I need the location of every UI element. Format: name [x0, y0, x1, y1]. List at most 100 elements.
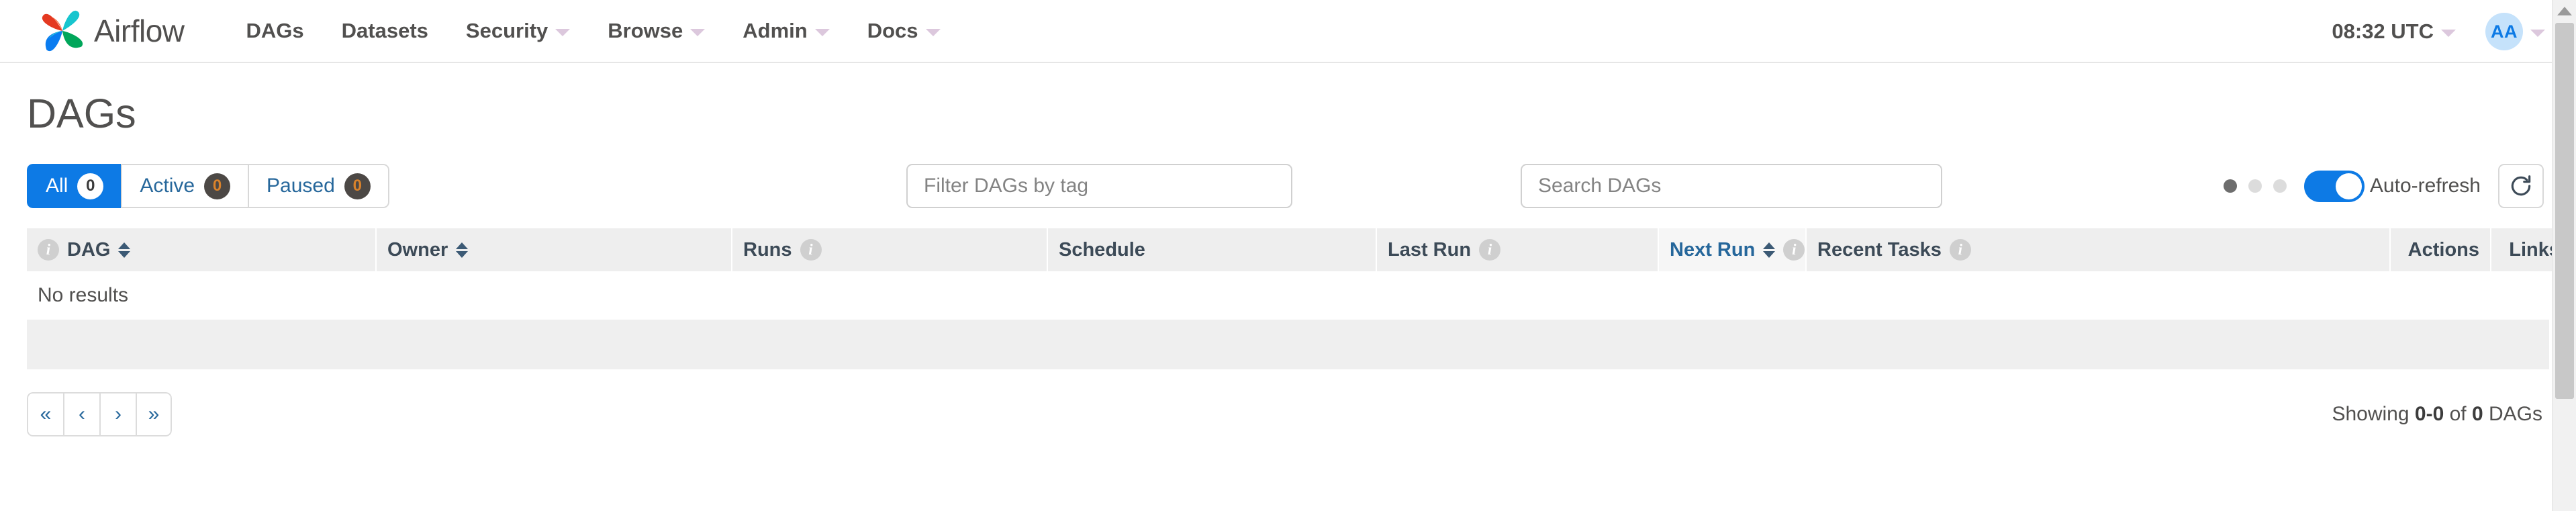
sort-arrows-icon[interactable] [1763, 242, 1776, 258]
showing-total: 0 [2471, 403, 2483, 425]
filter-pill-label: Paused [267, 175, 335, 197]
filter-toolbar: All 0 Active 0 Paused 0 Filter DAGs by t… [27, 164, 2549, 208]
auto-refresh-label: Auto-refresh [2369, 175, 2481, 197]
nav-item-label: Browse [608, 19, 683, 42]
nav-item-label: Datasets [341, 19, 428, 42]
showing-prefix: Showing [2332, 403, 2415, 425]
column-label: Last Run [1388, 238, 1472, 261]
status-badge: 0 [77, 173, 104, 199]
column-header-dag[interactable]: i DAG [27, 228, 377, 271]
refresh-button[interactable] [2498, 164, 2544, 208]
info-icon[interactable]: i [1949, 239, 1971, 261]
toggle-knob [2335, 173, 2362, 199]
auto-refresh-toggle[interactable] [2303, 170, 2365, 202]
showing-suffix: DAGs [2483, 403, 2542, 425]
nav-item-label: Security [465, 19, 548, 42]
timezone-selector[interactable]: 08:32 UTC [2317, 19, 2471, 44]
navbar-right-group: 08:32 UTC AA [2317, 0, 2545, 63]
showing-summary: Showing 0-0 of 0 DAGs [2332, 403, 2549, 426]
nav-item-security[interactable]: Security [447, 19, 589, 43]
column-label: Actions [2407, 238, 2479, 261]
column-header-runs: Runs i [732, 228, 1048, 271]
showing-middle: of [2444, 403, 2472, 425]
column-label: Runs [743, 238, 792, 261]
column-header-actions: Actions [2390, 228, 2491, 271]
column-label: DAG [67, 238, 111, 261]
filter-pill-label: Active [140, 175, 195, 197]
chevron-down-icon [555, 28, 571, 36]
nav-item-browse[interactable]: Browse [589, 19, 724, 43]
page-body: DAGs All 0 Active 0 Paused 0 Filter DAGs… [0, 90, 2576, 436]
nav-item-docs[interactable]: Docs [849, 19, 959, 43]
brand-name: Airflow [94, 13, 185, 48]
chevron-down-icon [2441, 29, 2456, 37]
clock-label: 08:32 UTC [2332, 19, 2434, 43]
auto-refresh-group: Auto-refresh [2223, 164, 2544, 208]
tag-filter-input[interactable] [906, 164, 1292, 208]
pagination-row: « ‹ › » Showing 0-0 of 0 DAGs [27, 392, 2549, 436]
sort-arrows-icon[interactable] [118, 242, 131, 258]
column-header-last-run: Last Run i [1376, 228, 1659, 271]
user-menu[interactable]: AA [2471, 13, 2545, 50]
status-filter-group: All 0 Active 0 Paused 0 [27, 164, 389, 208]
status-badge: 0 [344, 173, 371, 199]
tag-filter-wrap [906, 164, 1292, 208]
dags-table: i DAG Owner Runs i Schedule Last Run i N… [27, 228, 2572, 320]
previous-page-button[interactable]: ‹ [63, 392, 99, 436]
info-icon[interactable]: i [38, 239, 59, 261]
loading-dot [2273, 179, 2287, 193]
page-title: DAGs [27, 91, 136, 136]
scroll-up-arrow-icon[interactable] [2557, 7, 2572, 15]
filter-pill-paused[interactable]: Paused 0 [248, 164, 389, 208]
table-header-row: i DAG Owner Runs i Schedule Last Run i N… [27, 228, 2572, 271]
scrollbar-thumb[interactable] [2555, 23, 2574, 399]
dags-table-wrap: i DAG Owner Runs i Schedule Last Run i N… [27, 228, 2572, 369]
table-row-empty: No results [27, 271, 2571, 320]
table-empty-strip [27, 320, 2549, 369]
column-header-next-run[interactable]: Next Run i [1658, 228, 1807, 271]
first-page-button[interactable]: « [27, 392, 63, 436]
column-header-recent-tasks: Recent Tasks i [1806, 228, 2391, 271]
column-header-schedule: Schedule [1047, 228, 1377, 271]
column-label: Recent Tasks [1817, 238, 1942, 261]
refresh-icon [2511, 175, 2531, 196]
loading-dots-indicator [2223, 179, 2287, 193]
vertical-scrollbar[interactable] [2552, 0, 2576, 511]
info-icon[interactable]: i [1783, 239, 1805, 261]
last-page-button[interactable]: » [136, 392, 172, 436]
column-header-owner[interactable]: Owner [376, 228, 732, 271]
status-badge: 0 [204, 173, 231, 199]
showing-range: 0-0 [2414, 403, 2444, 425]
info-icon[interactable]: i [1479, 239, 1501, 261]
chevron-down-icon [814, 28, 830, 36]
loading-dot [2223, 179, 2237, 193]
filter-pill-label: All [46, 175, 68, 197]
filter-pill-all[interactable]: All 0 [27, 164, 122, 208]
column-label: Owner [387, 238, 448, 261]
column-label: Schedule [1059, 238, 1145, 261]
nav-item-admin[interactable]: Admin [724, 19, 848, 43]
info-icon[interactable]: i [800, 239, 822, 261]
nav-item-label: DAGs [246, 19, 304, 42]
chevron-down-icon [925, 28, 941, 36]
empty-message: No results [27, 271, 2571, 320]
pagination-controls: « ‹ › » [27, 392, 172, 436]
airflow-pinwheel-icon [38, 6, 87, 56]
next-page-button[interactable]: › [99, 392, 136, 436]
column-label: Next Run [1670, 238, 1756, 261]
brand-home-link[interactable]: Airflow [38, 6, 185, 56]
nav-item-dags[interactable]: DAGs [228, 19, 323, 43]
nav-item-label: Admin [743, 19, 808, 42]
nav-items: DAGs Datasets Security Browse Admin Docs [228, 19, 959, 43]
filter-pill-active[interactable]: Active 0 [121, 164, 248, 208]
avatar: AA [2485, 13, 2523, 50]
loading-dot [2248, 179, 2262, 193]
nav-item-label: Docs [867, 19, 918, 42]
search-wrap [1521, 164, 1942, 208]
chevron-down-icon [2530, 29, 2545, 37]
search-input[interactable] [1521, 164, 1942, 208]
sort-arrows-icon[interactable] [456, 242, 469, 258]
chevron-down-icon [690, 28, 706, 36]
top-navbar: Airflow DAGs Datasets Security Browse Ad… [0, 0, 2576, 63]
nav-item-datasets[interactable]: Datasets [323, 19, 447, 43]
